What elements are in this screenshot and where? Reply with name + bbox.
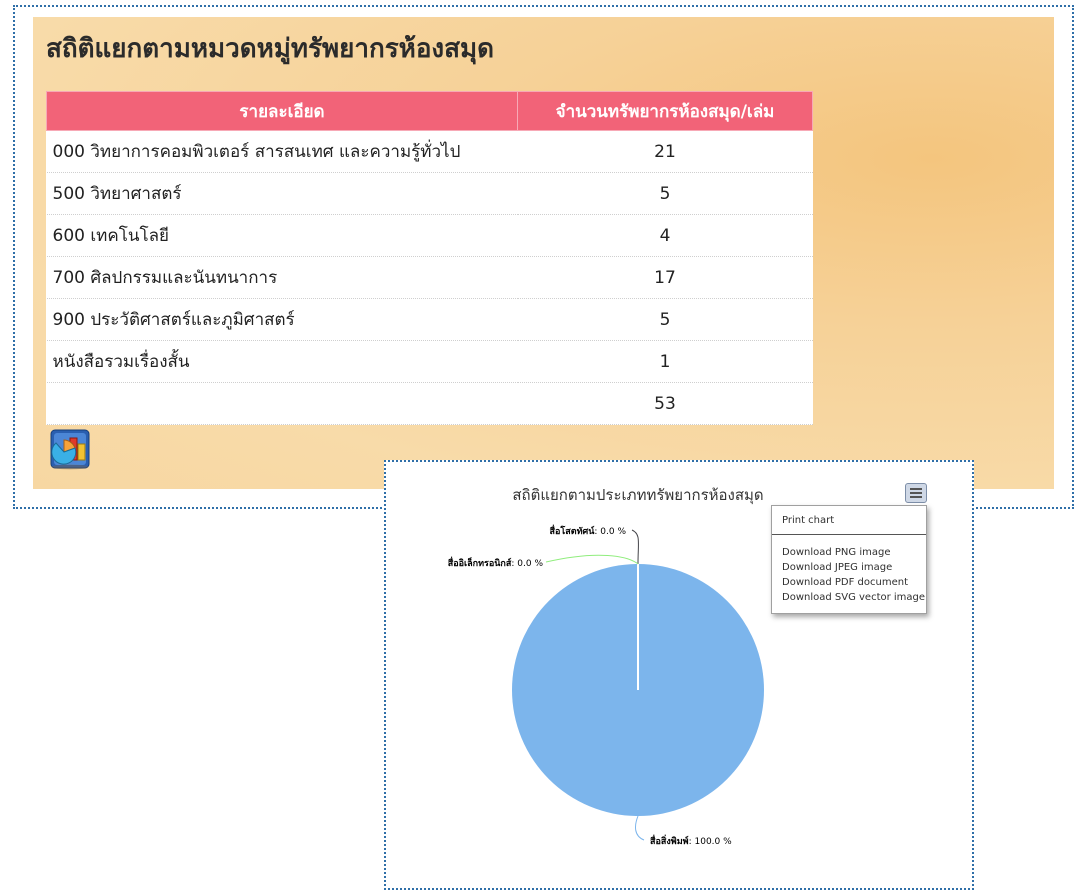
row-count: 21 (517, 130, 813, 173)
total-label (46, 382, 518, 425)
row-label: 600 เทคโนโลยี (46, 214, 518, 257)
hamburger-menu-icon-bar (910, 492, 922, 494)
column-header-count: จำนวนทรัพยากรห้องสมุด/เล่ม (517, 91, 813, 131)
menu-item-download-jpeg[interactable]: Download JPEG image (782, 562, 892, 573)
row-count: 5 (517, 298, 813, 341)
data-label-connector (631, 529, 639, 565)
hamburger-menu-icon (910, 488, 922, 490)
row-count: 1 (517, 340, 813, 383)
table-row: 600 เทคโนโลยี 4 (46, 214, 813, 257)
row-count: 5 (517, 172, 813, 215)
column-header-detail: รายละเอียด (46, 91, 518, 131)
row-count: 17 (517, 256, 813, 299)
menu-item-download-png[interactable]: Download PNG image (782, 547, 890, 558)
chart-context-menu-button[interactable] (905, 483, 927, 503)
pie-data-label: สื่อสิ่งพิมพ์: 100.0 % (649, 834, 732, 847)
table-total-row: 53 (46, 382, 813, 425)
data-label-connector (545, 554, 639, 565)
table-row: 500 วิทยาศาสตร์ 5 (46, 172, 813, 215)
stats-table: รายละเอียด จำนวนทรัพยากรห้องสมุด/เล่ม 00… (46, 91, 813, 425)
chart-launch-icon-graphic (50, 429, 90, 470)
menu-separator (772, 534, 926, 535)
hamburger-menu-icon-bar (910, 496, 922, 498)
menu-item-download-pdf[interactable]: Download PDF document (782, 577, 908, 588)
table-row: หนังสือรวมเรื่องสั้น 1 (46, 340, 813, 383)
row-label: 500 วิทยาศาสตร์ (46, 172, 518, 215)
row-label: 000 วิทยาการคอมพิวเตอร์ สารสนเทศ และความ… (46, 130, 518, 173)
menu-item-download-svg[interactable]: Download SVG vector image (782, 592, 925, 603)
export-menu: Print chart Download PNG image Download … (771, 505, 927, 614)
total-count: 53 (517, 382, 813, 425)
data-label-connector (635, 815, 645, 841)
page-title: สถิติแยกตามหมวดหมู่ทรัพยากรห้องสมุด (46, 34, 495, 64)
row-label: 700 ศิลปกรรมและนันทนาการ (46, 256, 518, 299)
pie-data-label: สื่อโสตทัศน์: 0.0 % (549, 524, 626, 537)
row-count: 4 (517, 214, 813, 257)
pie-data-label: สื่ออิเล็กทรอนิกส์: 0.0 % (447, 556, 543, 569)
row-label: หนังสือรวมเรื่องสั้น (46, 340, 518, 383)
table-row: 700 ศิลปกรรมและนันทนาการ 17 (46, 256, 813, 299)
menu-item-print-chart[interactable]: Print chart (782, 515, 834, 526)
chart-launch-icon[interactable] (48, 426, 94, 472)
table-row: 000 วิทยาการคอมพิวเตอร์ สารสนเทศ และความ… (46, 130, 813, 173)
table-header-row: รายละเอียด จำนวนทรัพยากรห้องสมุด/เล่ม (46, 91, 813, 131)
table-row: 900 ประวัติศาสตร์และภูมิศาสตร์ 5 (46, 298, 813, 341)
row-label: 900 ประวัติศาสตร์และภูมิศาสตร์ (46, 298, 518, 341)
